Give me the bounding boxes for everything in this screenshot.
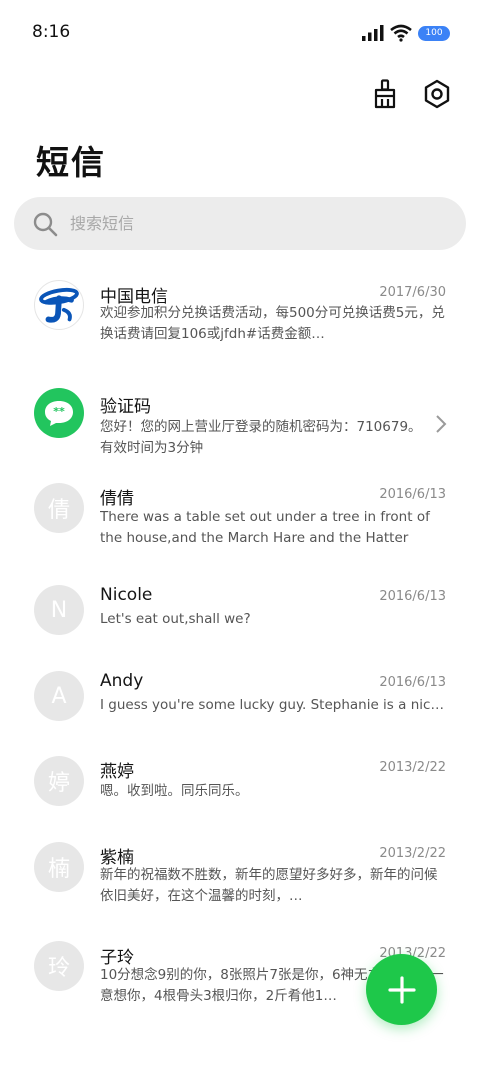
- plus-icon: [387, 975, 416, 1004]
- avatar: 楠: [34, 842, 84, 892]
- battery-icon: 100: [418, 25, 450, 41]
- search-bar[interactable]: [14, 197, 466, 250]
- search-icon: [33, 212, 58, 236]
- avatar-letter: A: [51, 683, 67, 709]
- avatar-letter: 楠: [47, 857, 70, 882]
- message-date: 2017/6/30: [379, 285, 446, 300]
- message-preview: Let's eat out,shall we?: [100, 611, 251, 627]
- status-bar: 8:16 100: [0, 0, 480, 66]
- avatar-letter: N: [50, 597, 68, 623]
- message-item-andy[interactable]: A Andy 2016/6/13 I guess you're some luc…: [0, 663, 480, 749]
- page-title: 短信: [36, 143, 106, 182]
- status-time: 8:16: [32, 22, 71, 42]
- message-item-nicole[interactable]: N Nicole 2016/6/13 Let's eat out,shall w…: [0, 577, 480, 663]
- avatar: 婷: [34, 756, 84, 806]
- contact-name: 燕婷: [100, 762, 134, 782]
- message-preview: There was a table set out under a tree i…: [100, 509, 430, 546]
- message-item-china-telecom[interactable]: 中国电信 2017/6/30 欢迎参加积分兑换话费活动，每500分可兑换话费5元…: [0, 262, 480, 354]
- message-date: 2016/6/13: [379, 589, 446, 604]
- chat-bubble-icon: **: [45, 401, 73, 426]
- message-item-yanting[interactable]: 婷 燕婷 2013/2/22 嗯。收到啦。同乐同乐。: [0, 749, 480, 835]
- avatar: A: [34, 671, 84, 721]
- compose-button[interactable]: [366, 954, 437, 1025]
- settings-icon: [424, 79, 450, 109]
- contact-name: 验证码: [100, 397, 151, 417]
- message-preview: I guess you're some lucky guy. Stephanie…: [100, 697, 446, 713]
- message-date: 2013/2/22: [379, 760, 446, 775]
- message-date: 2016/6/13: [379, 675, 446, 690]
- avatar: 倩: [34, 483, 84, 533]
- message-item-qianqian[interactable]: 倩 倩倩 2016/6/13 There was a table set out…: [0, 476, 480, 568]
- message-preview: 嗯。收到啦。同乐同乐。: [100, 783, 249, 799]
- avatar: **: [34, 388, 84, 438]
- chevron-right-icon[interactable]: [434, 414, 448, 434]
- avatar-letter: 婷: [47, 771, 70, 796]
- search-input[interactable]: [70, 214, 410, 233]
- top-actions: [370, 78, 452, 110]
- message-date: 2016/6/13: [379, 487, 446, 502]
- message-date: 2013/2/22: [379, 846, 446, 861]
- clean-button[interactable]: [370, 78, 400, 110]
- message-preview: 新年的祝福数不胜数，新年的愿望好多好多，新年的问候依旧美好，在这个温馨的时刻，…: [100, 867, 438, 904]
- avatar-letter: 玲: [47, 956, 70, 981]
- message-preview: 您好！您的网上营业厅登录的随机密码为：710679。有效时间为3分钟: [100, 419, 422, 456]
- avatar: N: [34, 585, 84, 635]
- svg-text:**: **: [53, 405, 65, 418]
- signal-icon: [362, 25, 384, 41]
- contact-name: Andy: [100, 671, 144, 691]
- contact-name: 倩倩: [100, 489, 134, 509]
- broom-icon: [374, 79, 396, 109]
- china-telecom-logo-icon: [39, 287, 79, 323]
- message-item-zinan[interactable]: 楠 紫楠 2013/2/22 新年的祝福数不胜数，新年的愿望好多好多，新年的问候…: [0, 835, 480, 931]
- settings-button[interactable]: [422, 78, 452, 110]
- wifi-icon: [390, 24, 412, 42]
- avatar-letter: 倩: [47, 498, 70, 523]
- contact-name: Nicole: [100, 585, 153, 605]
- avatar: 玲: [34, 941, 84, 991]
- status-icons: 100: [362, 22, 450, 44]
- message-preview: 欢迎参加积分兑换话费活动，每500分可兑换话费5元，兑换话费请回复106或jfd…: [100, 305, 445, 342]
- message-item-verification[interactable]: ** 验证码 您好！您的网上营业厅登录的随机密码为：710679。有效时间为3分…: [0, 374, 480, 466]
- avatar: [34, 280, 84, 330]
